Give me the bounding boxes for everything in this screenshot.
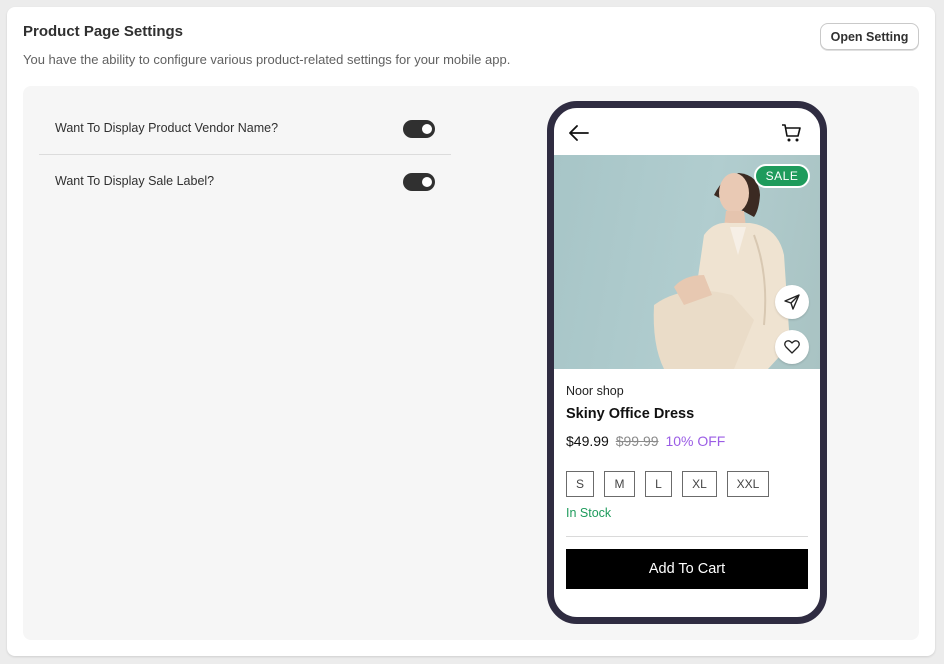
discount-label: 10% OFF: [665, 433, 726, 449]
cart-icon[interactable]: [780, 122, 802, 144]
product-image: SALE: [554, 155, 820, 369]
preview-divider: [566, 536, 808, 537]
page-title: Product Page Settings: [23, 23, 184, 40]
send-icon: [784, 294, 800, 310]
sale-price: $49.99: [566, 433, 609, 449]
sale-badge: SALE: [754, 164, 810, 188]
size-option-s[interactable]: S: [566, 471, 594, 497]
sale-label-toggle[interactable]: [403, 173, 435, 191]
add-to-cart-button[interactable]: Add To Cart: [566, 549, 808, 589]
vendor-name-toggle[interactable]: [403, 120, 435, 138]
size-option-l[interactable]: L: [645, 471, 672, 497]
setting-vendor-name: Want To Display Product Vendor Name?: [39, 101, 451, 154]
vendor-name: Noor shop: [566, 384, 624, 398]
size-option-xxl[interactable]: XXL: [727, 471, 769, 497]
setting-sale-label: Want To Display Sale Label?: [39, 154, 451, 207]
setting-sale-label-label: Want To Display Sale Label?: [55, 174, 215, 188]
wishlist-button[interactable]: [775, 330, 809, 364]
heart-icon: [784, 340, 800, 354]
page-subtitle: You have the ability to configure variou…: [23, 52, 511, 67]
open-setting-button[interactable]: Open Setting: [820, 23, 919, 50]
share-button[interactable]: [775, 285, 809, 319]
toggle-knob: [422, 177, 432, 187]
arrow-left-icon[interactable]: [568, 124, 590, 142]
product-name: Skiny Office Dress: [566, 406, 695, 422]
size-option-xl[interactable]: XL: [682, 471, 717, 497]
settings-panel: Want To Display Product Vendor Name? Wan…: [23, 86, 919, 640]
toggle-knob: [422, 124, 432, 134]
settings-card: Product Page Settings You have the abili…: [7, 7, 935, 656]
phone-preview: SALE Noor shop Skiny Office Dress $49.99…: [547, 101, 827, 624]
preview-header: [554, 108, 820, 156]
compare-price: $99.99: [615, 433, 659, 449]
setting-vendor-name-label: Want To Display Product Vendor Name?: [55, 121, 279, 135]
price-row: $49.99 $99.99 10% OFF: [566, 433, 725, 449]
size-option-m[interactable]: M: [604, 471, 635, 497]
stock-status: In Stock: [566, 506, 612, 520]
